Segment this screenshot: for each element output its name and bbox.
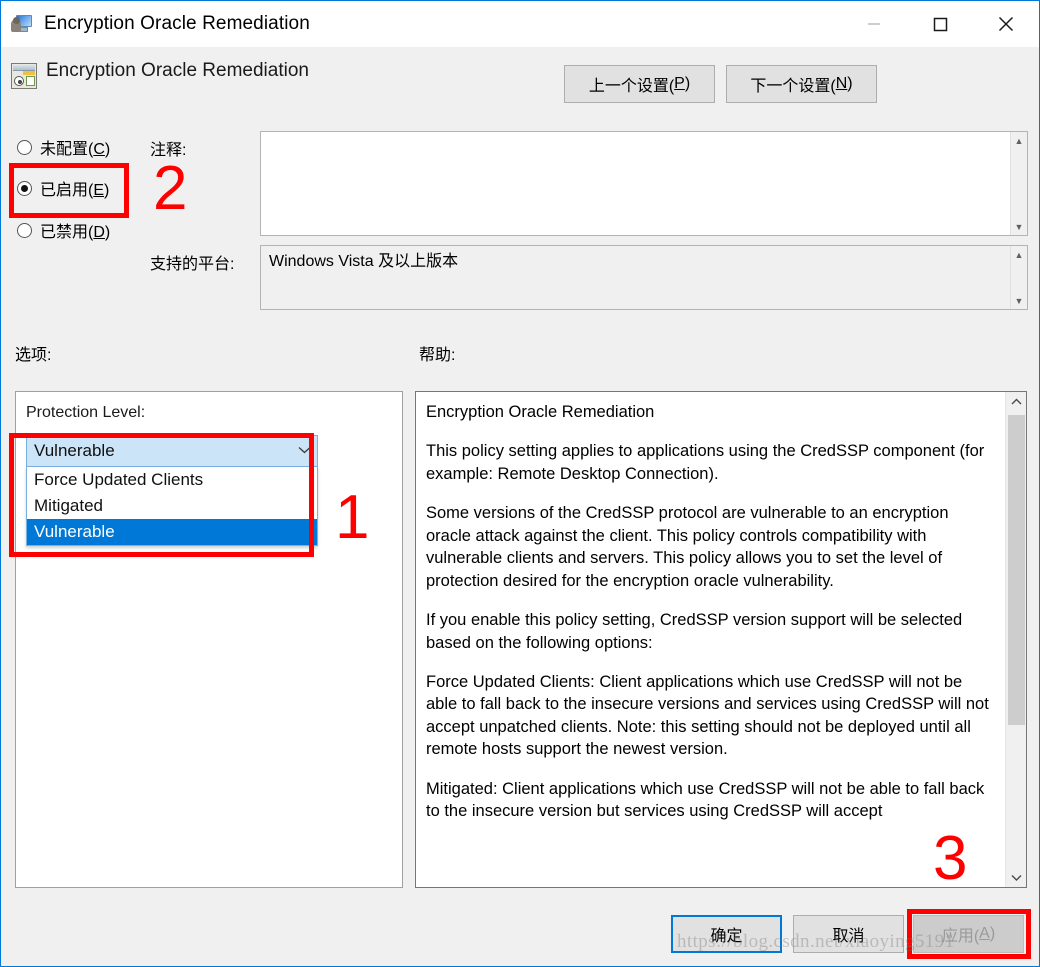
help-paragraph: Some versions of the CredSSP protocol ar… <box>426 504 949 590</box>
maximize-icon <box>933 17 948 32</box>
apply-label-pre: 应用( <box>941 928 980 945</box>
help-label: 帮助: <box>419 347 456 364</box>
dropdown-item-vulnerable[interactable]: Vulnerable <box>27 519 317 545</box>
platform-scrollbar[interactable]: ▲ ▼ <box>1010 246 1027 309</box>
minimize-icon <box>868 23 880 25</box>
help-paragraph: Force Updated Clients: Client applicatio… <box>426 672 989 759</box>
radio-enabled-indicator[interactable] <box>17 180 32 196</box>
platform-scroll-track[interactable] <box>1011 263 1027 292</box>
maximize-button[interactable] <box>907 1 973 47</box>
options-label: 选项: <box>15 347 52 364</box>
supported-platform-textarea: Windows Vista 及以上版本 ▲ ▼ <box>260 245 1028 310</box>
radio-enabled-label: 已启用(E) <box>40 182 110 199</box>
supported-platform-value: Windows Vista 及以上版本 <box>269 253 459 270</box>
close-button[interactable] <box>973 1 1039 47</box>
options-panel: Protection Level: Vulnerable Force Updat… <box>15 391 403 888</box>
chevron-down-icon[interactable] <box>291 445 317 457</box>
previous-setting-button[interactable]: 上一个设置(P) <box>564 65 715 103</box>
comment-scroll-track[interactable] <box>1011 149 1027 218</box>
comment-label: 注释: <box>150 142 187 159</box>
radio-disabled-indicator[interactable] <box>17 222 32 238</box>
protection-level-dropdown-list[interactable]: Force Updated Clients Mitigated Vulnerab… <box>26 467 318 546</box>
help-text: Encryption Oracle Remediation This polic… <box>416 392 1005 887</box>
next-setting-button[interactable]: 下一个设置(N) <box>726 65 877 103</box>
previous-setting-label-pre: 上一个设置( <box>588 78 675 95</box>
comment-scrollbar[interactable]: ▲ ▼ <box>1010 132 1027 235</box>
radio-not-configured-label: 未配置(C) <box>40 141 111 158</box>
next-setting-label-post: ) <box>847 75 853 92</box>
comment-value[interactable] <box>261 132 1010 235</box>
radio-not-configured[interactable]: 未配置(C) <box>17 135 110 159</box>
help-scroll-thumb[interactable] <box>1008 415 1025 725</box>
help-panel: Encryption Oracle Remediation This polic… <box>415 391 1027 888</box>
protection-level-value: Vulnerable <box>34 441 115 460</box>
ok-button[interactable]: 确定 <box>671 915 782 953</box>
radio-disabled-label: 已禁用(D) <box>40 224 111 241</box>
help-scrollbar[interactable] <box>1005 392 1026 887</box>
close-icon <box>998 16 1014 32</box>
state-area: 未配置(C) 已启用(E) 已禁用(D) 注释: 支持的平台: ▲ ▼ Wind… <box>2 119 1038 329</box>
policy-header: Encryption Oracle Remediation 上一个设置(P) 下… <box>2 47 1038 119</box>
apply-accesskey: A <box>979 925 990 942</box>
apply-label-post: ) <box>989 925 996 942</box>
help-paragraph: If you enable this policy setting, CredS… <box>426 611 963 652</box>
computer-user-icon <box>11 14 33 34</box>
radio-not-configured-indicator[interactable] <box>17 139 32 155</box>
group-policy-setting-icon <box>11 63 37 89</box>
titlebar: Encryption Oracle Remediation <box>1 1 1039 47</box>
scroll-up-icon[interactable] <box>1006 392 1027 411</box>
policy-title: Encryption Oracle Remediation <box>46 60 309 81</box>
scroll-down-icon[interactable]: ▼ <box>1011 292 1028 309</box>
radio-disabled[interactable]: 已禁用(D) <box>17 218 110 242</box>
minimize-button[interactable] <box>841 1 907 47</box>
dropdown-item-force-updated-clients[interactable]: Force Updated Clients <box>27 467 317 493</box>
help-title: Encryption Oracle Remediation <box>426 403 655 421</box>
help-paragraph: This policy setting applies to applicati… <box>426 442 985 483</box>
window-controls <box>841 1 1039 47</box>
protection-level-label: Protection Level: <box>26 404 146 421</box>
supported-platform-label: 支持的平台: <box>150 256 235 273</box>
dropdown-item-mitigated[interactable]: Mitigated <box>27 493 317 519</box>
previous-setting-accesskey: P <box>674 75 685 92</box>
previous-setting-label-post: ) <box>684 75 691 92</box>
scroll-down-icon[interactable]: ▼ <box>1011 218 1028 235</box>
policy-setting-dialog: Encryption Oracle Remediation Encryption… <box>0 0 1040 967</box>
scroll-up-icon[interactable]: ▲ <box>1011 132 1028 149</box>
next-setting-label-pre: 下一个设置( <box>750 78 836 95</box>
radio-enabled[interactable]: 已启用(E) <box>17 176 109 200</box>
scroll-up-icon[interactable]: ▲ <box>1011 246 1028 263</box>
cancel-button[interactable]: 取消 <box>793 915 904 953</box>
comment-textarea[interactable]: ▲ ▼ <box>260 131 1028 236</box>
next-setting-accesskey: N <box>835 75 848 92</box>
help-paragraph: Mitigated: Client applications which use… <box>426 779 985 821</box>
window-title: Encryption Oracle Remediation <box>44 13 310 34</box>
apply-button[interactable]: 应用(A) <box>913 915 1024 953</box>
protection-level-combobox[interactable]: Vulnerable <box>26 435 318 467</box>
scroll-down-icon[interactable] <box>1006 868 1027 887</box>
